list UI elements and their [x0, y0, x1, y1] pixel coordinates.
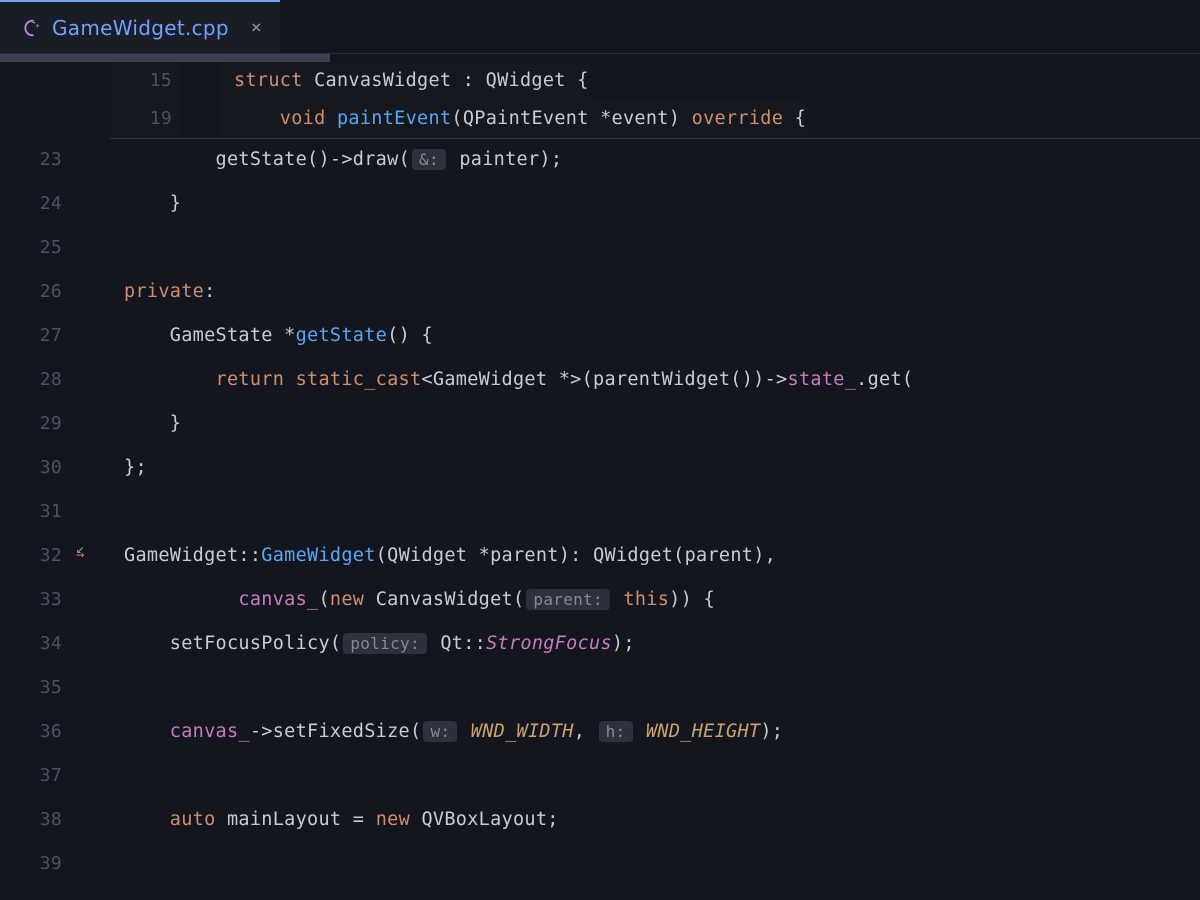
cpp-file-icon: + +	[18, 17, 40, 39]
recursive-call-marker[interactable]: ↙→	[76, 542, 104, 562]
line-number-gutter: 2324252627282930313233343536373839	[0, 62, 70, 900]
line-number[interactable]: 25	[0, 226, 70, 270]
line-number[interactable]: 34	[0, 622, 70, 666]
line-number[interactable]: 33	[0, 578, 70, 622]
line-number[interactable]: 36	[0, 710, 70, 754]
line-number[interactable]: 24	[0, 182, 70, 226]
close-icon[interactable]: ×	[251, 17, 262, 38]
code-line[interactable]: }	[110, 182, 1200, 226]
code-content: getState()->draw(&: painter); }private: …	[110, 138, 1200, 886]
horizontal-scrollbar-thumb[interactable]	[0, 54, 330, 62]
line-number[interactable]: 30	[0, 446, 70, 490]
line-number[interactable]: 31	[0, 490, 70, 534]
line-number[interactable]: 29	[0, 402, 70, 446]
code-line[interactable]	[110, 490, 1200, 534]
code-line[interactable]	[110, 666, 1200, 710]
code-line[interactable]: setFocusPolicy(policy: Qt::StrongFocus);	[110, 622, 1200, 666]
line-number[interactable]: 26	[0, 270, 70, 314]
code-line[interactable]: private:	[110, 270, 1200, 314]
code-line[interactable]: struct CanvasWidget : QWidget {	[220, 62, 589, 100]
editor-pane: 2324252627282930313233343536373839 ↙→ 15…	[0, 62, 1200, 900]
code-line[interactable]: canvas_->setFixedSize(w: WND_WIDTH, h: W…	[110, 710, 1200, 754]
inlay-hint: w:	[423, 721, 457, 742]
code-line[interactable]: canvas_(new CanvasWidget(parent: this)) …	[110, 578, 1200, 622]
line-number[interactable]: 15	[110, 62, 180, 100]
line-number[interactable]: 38	[0, 798, 70, 842]
code-line[interactable]: };	[110, 446, 1200, 490]
line-number[interactable]: 19	[110, 100, 180, 138]
line-number[interactable]: 37	[0, 754, 70, 798]
code-line[interactable]: GameState *getState() {	[110, 314, 1200, 358]
sticky-header[interactable]: 15 struct CanvasWidget : QWidget { 19 void…	[110, 62, 1200, 139]
line-number[interactable]: 35	[0, 666, 70, 710]
tab-gamewidget[interactable]: + + GameWidget.cpp ×	[0, 0, 280, 53]
code-line[interactable]: getState()->draw(&: painter);	[110, 138, 1200, 182]
code-area[interactable]: 15 struct CanvasWidget : QWidget { 19 void…	[110, 62, 1200, 900]
code-line[interactable]: GameWidget::GameWidget(QWidget *parent):…	[110, 534, 1200, 578]
line-number[interactable]: 39	[0, 842, 70, 886]
line-number[interactable]: 23	[0, 138, 70, 182]
code-line[interactable]: auto mainLayout = new QVBoxLayout;	[110, 798, 1200, 842]
code-line[interactable]	[110, 226, 1200, 270]
tab-filename: GameWidget.cpp	[52, 16, 229, 40]
code-line[interactable]: void paintEvent(QPaintEvent *event) over…	[220, 100, 806, 138]
inlay-hint: policy:	[343, 633, 427, 654]
line-number[interactable]: 32	[0, 534, 70, 578]
horizontal-scrollbar-track[interactable]	[0, 54, 1200, 62]
code-line[interactable]: }	[110, 402, 1200, 446]
inlay-hint: parent:	[526, 589, 610, 610]
line-number[interactable]: 28	[0, 358, 70, 402]
code-line[interactable]	[110, 754, 1200, 798]
code-line[interactable]: return static_cast<GameWidget *>(parentW…	[110, 358, 1200, 402]
code-line[interactable]	[110, 842, 1200, 886]
inlay-hint: h:	[599, 721, 633, 742]
line-number[interactable]: 27	[0, 314, 70, 358]
inlay-hint: &:	[412, 149, 446, 170]
gutter-markers: ↙→	[70, 62, 110, 900]
tab-bar: + + GameWidget.cpp ×	[0, 0, 1200, 54]
svg-text:+: +	[35, 21, 40, 30]
